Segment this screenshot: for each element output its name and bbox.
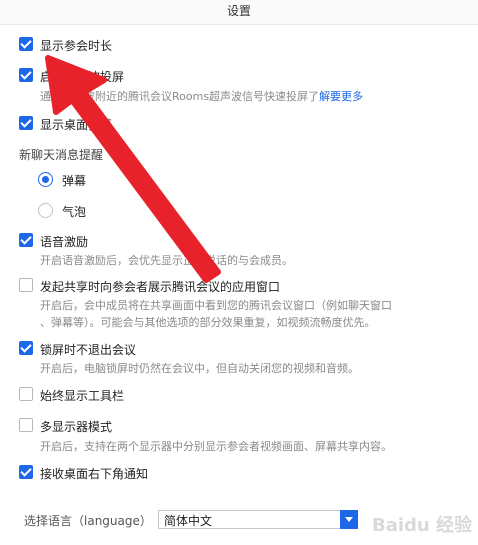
arrow-shape xyxy=(45,55,221,283)
red-arrow-annotation-icon xyxy=(45,55,221,283)
watermark: Baidu 经验 xyxy=(371,515,472,536)
